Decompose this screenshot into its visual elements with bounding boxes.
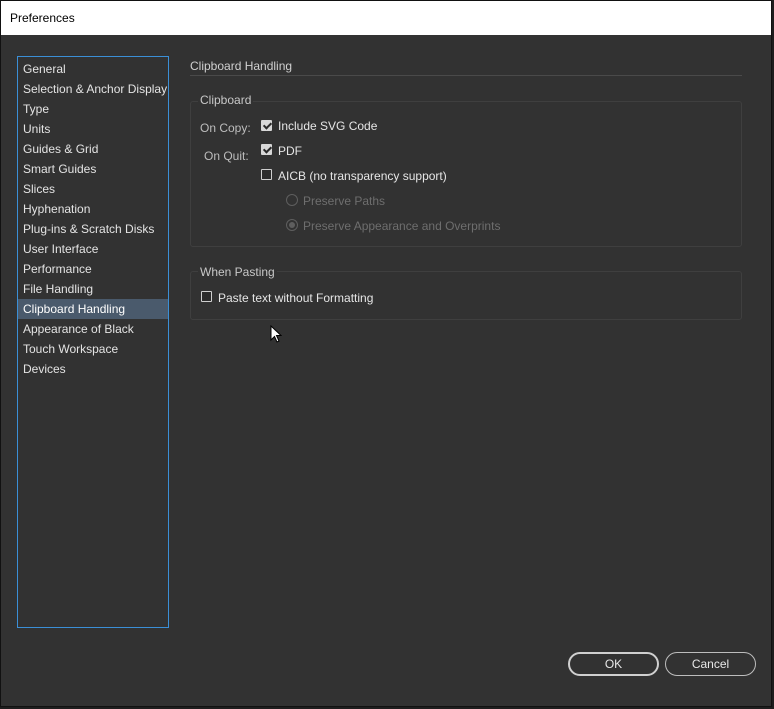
sidebar-item-general[interactable]: General xyxy=(18,59,168,79)
sidebar-item-guides-grid[interactable]: Guides & Grid xyxy=(18,139,168,159)
on-quit-label: On Quit: xyxy=(204,149,249,163)
sidebar-item-appearance-of-black[interactable]: Appearance of Black xyxy=(18,319,168,339)
preserve-appearance-radio[interactable] xyxy=(286,219,298,231)
section-divider xyxy=(190,75,742,76)
sidebar-item-file-handling[interactable]: File Handling xyxy=(18,279,168,299)
mouse-cursor-icon xyxy=(270,325,282,343)
include-svg-label[interactable]: Include SVG Code xyxy=(278,119,377,133)
preserve-paths-radio[interactable] xyxy=(286,194,298,206)
title-bar[interactable]: Preferences xyxy=(1,1,771,35)
sidebar-item-hyphenation[interactable]: Hyphenation xyxy=(18,199,168,219)
on-copy-label: On Copy: xyxy=(200,121,251,135)
sidebar-item-selection-anchor-display[interactable]: Selection & Anchor Display xyxy=(18,79,168,99)
pdf-label[interactable]: PDF xyxy=(278,144,302,158)
preferences-sidebar: General Selection & Anchor Display Type … xyxy=(17,56,169,628)
paste-without-formatting-label[interactable]: Paste text without Formatting xyxy=(218,291,373,305)
sidebar-item-user-interface[interactable]: User Interface xyxy=(18,239,168,259)
sidebar-item-plugins-scratch-disks[interactable]: Plug-ins & Scratch Disks xyxy=(18,219,168,239)
preferences-dialog: Preferences General Selection & Anchor D… xyxy=(0,0,772,707)
when-pasting-group-label: When Pasting xyxy=(198,265,277,279)
sidebar-item-units[interactable]: Units xyxy=(18,119,168,139)
window-title: Preferences xyxy=(10,11,75,25)
sidebar-item-devices[interactable]: Devices xyxy=(18,359,168,379)
sidebar-item-clipboard-handling[interactable]: Clipboard Handling xyxy=(18,299,168,319)
clipboard-group-label: Clipboard xyxy=(198,93,254,107)
section-title: Clipboard Handling xyxy=(190,59,293,73)
sidebar-item-slices[interactable]: Slices xyxy=(18,179,168,199)
aicb-checkbox[interactable] xyxy=(261,169,272,180)
ok-button[interactable]: OK xyxy=(568,652,659,676)
cancel-button[interactable]: Cancel xyxy=(665,652,756,676)
sidebar-item-type[interactable]: Type xyxy=(18,99,168,119)
sidebar-item-touch-workspace[interactable]: Touch Workspace xyxy=(18,339,168,359)
preserve-paths-label[interactable]: Preserve Paths xyxy=(303,194,385,208)
include-svg-checkbox[interactable] xyxy=(261,120,272,131)
pdf-checkbox[interactable] xyxy=(261,144,272,155)
sidebar-item-smart-guides[interactable]: Smart Guides xyxy=(18,159,168,179)
aicb-label[interactable]: AICB (no transparency support) xyxy=(278,169,447,183)
preserve-appearance-label[interactable]: Preserve Appearance and Overprints xyxy=(303,219,500,233)
paste-without-formatting-checkbox[interactable] xyxy=(201,291,212,302)
sidebar-item-performance[interactable]: Performance xyxy=(18,259,168,279)
